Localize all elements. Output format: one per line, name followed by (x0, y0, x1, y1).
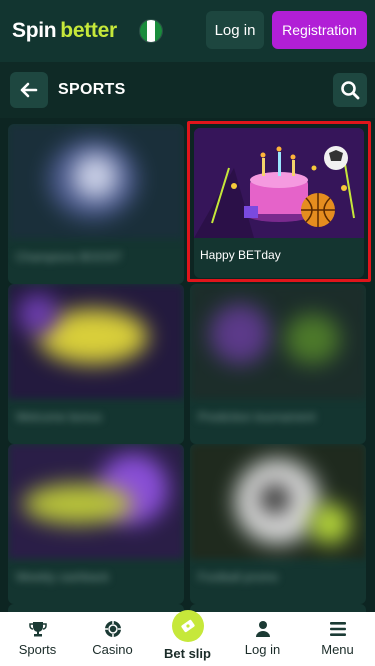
promo-image (8, 284, 184, 399)
nav-label: Menu (321, 642, 354, 657)
registration-button[interactable]: Registration (272, 11, 367, 49)
trophy-icon (28, 622, 47, 637)
promo-card[interactable] (190, 604, 366, 612)
logo-text-better: better (60, 19, 117, 42)
nav-label: Sports (18, 642, 57, 657)
promo-card-happy-betday[interactable]: Happy BETday (194, 128, 364, 278)
promo-card[interactable]: Prediction tournament (190, 284, 366, 444)
casino-chip-icon (104, 621, 121, 637)
birthday-cake-illustration (194, 128, 364, 238)
arrow-left-icon (20, 82, 38, 98)
promo-card[interactable] (8, 604, 184, 612)
promo-card[interactable]: Football promo (190, 444, 366, 604)
nav-bet-slip[interactable]: Bet slip (150, 610, 225, 666)
promo-image (190, 444, 366, 559)
promo-image (194, 128, 364, 238)
nav-menu[interactable]: Menu (300, 612, 375, 666)
promo-card[interactable]: Welcome bonus (8, 284, 184, 444)
promo-caption: Football promo (198, 570, 279, 584)
top-header: Spin better Log in Registration (0, 0, 375, 62)
nav-sports[interactable]: Sports (0, 612, 75, 666)
back-button[interactable] (10, 72, 48, 108)
promo-card[interactable]: Weekly cashback (8, 444, 184, 604)
nav-casino[interactable]: Casino (75, 612, 150, 666)
bet-slip-badge (171, 610, 204, 642)
nav-label: Casino (92, 642, 133, 657)
logo-text-spin: Spin (12, 19, 57, 42)
nav-login[interactable]: Log in (225, 612, 300, 666)
search-icon (341, 81, 360, 100)
page-title: SPORTS (58, 81, 126, 98)
nav-label: Bet slip (164, 646, 211, 661)
promo-image (8, 444, 184, 559)
login-button[interactable]: Log in (206, 11, 264, 49)
search-button[interactable] (333, 73, 367, 107)
promo-card[interactable]: Champions BOOST (8, 124, 184, 284)
promo-caption: Welcome bonus (16, 410, 102, 424)
logo[interactable]: Spin better (12, 19, 117, 43)
bottom-navigation: Sports Casino Bet slip Log in Menu (0, 610, 375, 666)
ticket-icon (180, 619, 195, 633)
highlight-frame: Happy BETday (187, 121, 371, 282)
promo-caption: Weekly cashback (16, 570, 110, 584)
language-flag-icon[interactable] (138, 19, 163, 43)
promo-image (190, 284, 366, 399)
nav-label: Log in (244, 642, 281, 657)
promotions-grid: Champions BOOST Happy BETday Welcome bon… (0, 118, 375, 612)
menu-icon (329, 622, 346, 636)
promo-caption: Champions BOOST (16, 250, 123, 264)
section-bar: SPORTS (0, 62, 375, 118)
promo-image (8, 124, 184, 239)
user-icon (255, 621, 270, 637)
promo-caption: Prediction tournament (198, 410, 316, 424)
promo-caption: Happy BETday (200, 248, 281, 262)
